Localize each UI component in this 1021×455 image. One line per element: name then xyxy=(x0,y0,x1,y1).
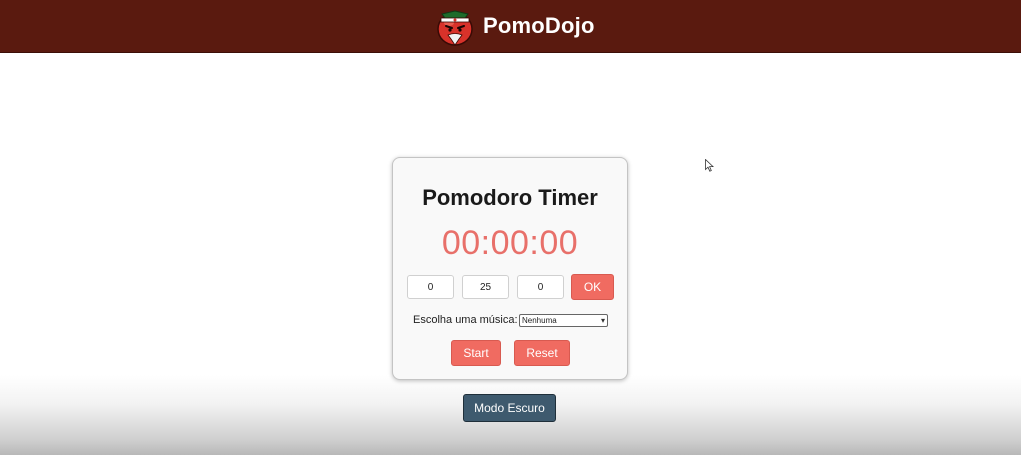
reset-button[interactable]: Reset xyxy=(514,340,570,366)
music-select[interactable]: Nenhuma ▾ xyxy=(519,314,608,327)
hours-input[interactable] xyxy=(407,275,454,299)
dark-mode-button[interactable]: Modo Escuro xyxy=(463,394,556,422)
ok-button[interactable]: OK xyxy=(571,274,614,300)
chevron-down-icon: ▾ xyxy=(600,316,605,325)
brand[interactable]: PomoDojo xyxy=(435,5,595,47)
card-title: Pomodoro Timer xyxy=(422,185,598,210)
music-label: Escolha uma música: xyxy=(413,314,518,326)
start-button[interactable]: Start xyxy=(451,340,501,366)
music-selected-value: Nenhuma xyxy=(522,316,557,325)
app-name: PomoDojo xyxy=(483,13,595,38)
seconds-input[interactable] xyxy=(517,275,564,299)
tomato-samurai-icon xyxy=(437,10,473,46)
app-header: PomoDojo xyxy=(0,0,1021,53)
mouse-cursor-icon xyxy=(705,159,714,172)
minutes-input[interactable] xyxy=(462,275,509,299)
pomodoro-timer-card: Pomodoro Timer 00:00:00 OK Escolha uma m… xyxy=(392,157,628,380)
timer-display: 00:00:00 xyxy=(441,224,579,262)
music-selector-row: Escolha uma música: Nenhuma ▾ xyxy=(393,313,627,329)
